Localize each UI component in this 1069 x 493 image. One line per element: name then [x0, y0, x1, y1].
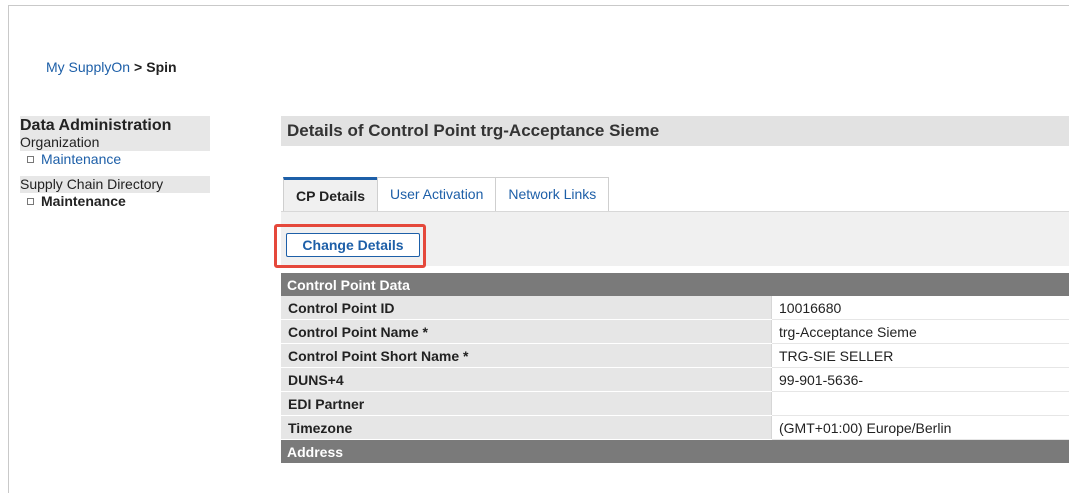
table-row: Control Point Name * trg-Acceptance Siem… — [281, 319, 1069, 344]
row-value: (GMT+01:00) Europe/Berlin — [771, 415, 1069, 440]
main-content: Details of Control Point trg-Acceptance … — [281, 116, 1069, 266]
row-value: 99-901-5636- — [771, 367, 1069, 392]
control-point-table: Control Point Data Control Point ID 1001… — [281, 273, 1069, 463]
table-row: Control Point Short Name * TRG-SIE SELLE… — [281, 343, 1069, 368]
tab-user-activation[interactable]: User Activation — [377, 177, 497, 211]
breadcrumb-my-supplyon-link[interactable]: My SupplyOn — [46, 59, 130, 75]
sidebar-item-scd-maintenance[interactable]: Maintenance — [20, 193, 210, 210]
row-label: Control Point Name * — [281, 319, 772, 344]
section-header-address: Address — [281, 439, 1069, 463]
table-row: DUNS+4 99-901-5636- — [281, 367, 1069, 392]
sidebar-group-supply-chain-directory: Supply Chain Directory — [20, 176, 210, 193]
row-label: Timezone — [281, 415, 772, 440]
sidebar-item-label[interactable]: Maintenance — [41, 151, 121, 168]
highlight-annotation — [274, 224, 426, 268]
frame-top-border — [8, 5, 1069, 6]
bullet-icon — [27, 198, 34, 205]
tab-network-links[interactable]: Network Links — [495, 177, 610, 211]
sidebar-heading: Data Administration — [20, 116, 210, 134]
section-header-row: Control Point Data — [281, 273, 1069, 296]
breadcrumb-current: Spin — [146, 59, 177, 75]
row-value: 10016680 — [771, 296, 1069, 320]
bullet-icon — [27, 156, 34, 163]
row-label: Control Point ID — [281, 296, 772, 320]
row-value: TRG-SIE SELLER — [771, 343, 1069, 368]
sidebar-item-label[interactable]: Maintenance — [41, 193, 126, 210]
row-label: EDI Partner — [281, 391, 772, 416]
row-label: DUNS+4 — [281, 367, 772, 392]
tab-bar: CP Details User Activation Network Links — [283, 177, 610, 212]
breadcrumb: My SupplyOn > Spin — [46, 58, 177, 76]
section-header-control-point-data: Control Point Data — [281, 273, 1069, 296]
sidebar-group-organization: Organization — [20, 134, 210, 151]
table-row: Timezone (GMT+01:00) Europe/Berlin — [281, 415, 1069, 440]
row-value — [771, 391, 1069, 416]
row-label: Control Point Short Name * — [281, 343, 772, 368]
frame-left-border — [8, 5, 9, 493]
breadcrumb-separator: > — [134, 59, 143, 75]
tab-cp-details[interactable]: CP Details — [283, 177, 378, 212]
row-value: trg-Acceptance Sieme — [771, 319, 1069, 344]
table-row: Control Point ID 10016680 — [281, 296, 1069, 320]
table-row: EDI Partner — [281, 391, 1069, 416]
section-header-row: Address — [281, 439, 1069, 463]
page-title: Details of Control Point trg-Acceptance … — [281, 116, 1069, 146]
sidebar-item-organization-maintenance[interactable]: Maintenance — [20, 151, 210, 168]
sidebar: Data Administration Organization Mainten… — [20, 116, 210, 210]
